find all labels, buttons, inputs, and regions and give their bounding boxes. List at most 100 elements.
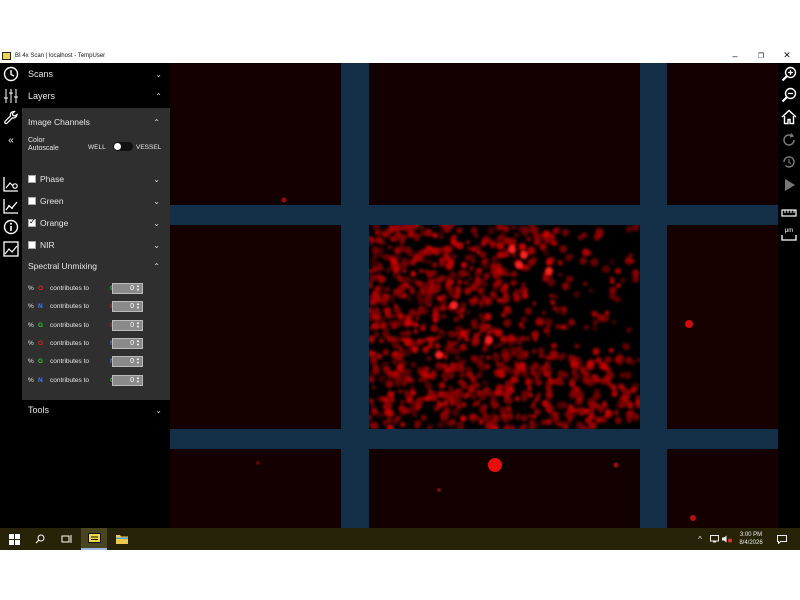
zoom-out-icon[interactable] bbox=[780, 86, 798, 104]
chevron-down-icon: ⌄ bbox=[153, 196, 160, 206]
channel-label: Phase bbox=[40, 174, 65, 184]
toggle-knob bbox=[114, 143, 121, 150]
home-icon[interactable] bbox=[780, 108, 798, 126]
pct-symbol: % bbox=[28, 321, 34, 329]
network-icon[interactable] bbox=[708, 528, 720, 550]
notification-icon[interactable] bbox=[774, 528, 790, 550]
info-icon[interactable] bbox=[2, 218, 20, 236]
image-channels-header[interactable]: Image Channels ⌃ bbox=[22, 113, 170, 131]
clock-date: 8/4/2026 bbox=[739, 540, 763, 546]
source-channel: G bbox=[38, 357, 44, 365]
unmixing-stepper[interactable]: 0 ▲ ▼ bbox=[112, 374, 143, 386]
collapse-icon[interactable]: « bbox=[2, 131, 20, 149]
unmixing-stepper[interactable]: 0 ▲ ▼ bbox=[112, 337, 143, 349]
autoscale-toggle[interactable] bbox=[113, 142, 133, 151]
tools-section-header[interactable]: Tools ⌄ bbox=[22, 399, 170, 421]
stepper-value: 0 bbox=[130, 302, 134, 310]
contributes-label: contributes to bbox=[50, 376, 90, 384]
source-channel: O bbox=[38, 339, 44, 347]
unmixing-row: % G contributes to O 0▲▼ bbox=[28, 318, 164, 332]
channel-label: Orange bbox=[40, 218, 69, 228]
reset-icon[interactable] bbox=[780, 131, 798, 149]
pct-symbol: % bbox=[28, 339, 34, 347]
scan-image-viewer[interactable] bbox=[170, 63, 778, 528]
pct-symbol: % bbox=[28, 302, 34, 310]
chevron-down-icon: ⌄ bbox=[153, 218, 160, 228]
title-bar: BI 4x Scan | localhost - TempUser – ❐ ✕ bbox=[0, 48, 800, 63]
chevron-up-icon: ⌃ bbox=[153, 261, 160, 271]
scans-section-header[interactable]: Scans ⌄ bbox=[22, 63, 170, 85]
spectral-unmixing-label: Spectral Unmixing bbox=[28, 261, 97, 271]
settings-chart-icon[interactable] bbox=[2, 175, 20, 193]
minimize-button[interactable]: – bbox=[722, 48, 748, 63]
scale-bar-icon[interactable]: μm bbox=[780, 226, 798, 244]
chevron-up-icon: ⌃ bbox=[155, 91, 162, 101]
stepper-arrows-icon[interactable]: ▲ ▼ bbox=[135, 301, 141, 311]
source-channel: O bbox=[38, 284, 44, 292]
nir-checkbox[interactable] bbox=[28, 241, 36, 249]
channel-label: Green bbox=[40, 196, 64, 206]
channel-nir[interactable]: NIR ⌄ bbox=[22, 237, 170, 253]
screen: BI 4x Scan | localhost - TempUser – ❐ ✕ … bbox=[0, 0, 800, 600]
scans-label: Scans bbox=[28, 69, 54, 79]
wrench-icon[interactable] bbox=[2, 109, 20, 127]
stepper-value: 0 bbox=[130, 284, 134, 292]
channel-orange[interactable]: Orange ⌄ bbox=[22, 215, 170, 231]
stepper-arrows-icon[interactable]: ▲ ▼ bbox=[135, 375, 141, 385]
unmixing-row: % N contributes to G 0▲▼ bbox=[28, 373, 164, 387]
file-explorer-icon[interactable] bbox=[111, 528, 133, 550]
chevron-up-icon[interactable]: ^ bbox=[694, 528, 706, 550]
stepper-value: 0 bbox=[130, 321, 134, 329]
window-title: BI 4x Scan | localhost - TempUser bbox=[15, 52, 106, 59]
unmixing-row: % O contributes to G 0▲▼ bbox=[28, 281, 164, 295]
stepper-arrows-icon[interactable]: ▲ ▼ bbox=[135, 320, 141, 330]
stepper-arrows-icon[interactable]: ▲ ▼ bbox=[135, 283, 141, 293]
pct-symbol: % bbox=[28, 284, 34, 292]
clock-icon[interactable] bbox=[2, 65, 20, 83]
vessel-label: VESSEL bbox=[136, 144, 162, 151]
stepper-arrows-icon[interactable]: ▲ ▼ bbox=[135, 356, 141, 366]
layers-section-header[interactable]: Layers ⌃ bbox=[22, 85, 170, 107]
task-view-icon[interactable] bbox=[55, 528, 77, 550]
history-icon[interactable] bbox=[780, 153, 798, 171]
zoom-in-icon[interactable] bbox=[780, 65, 798, 83]
unmixing-stepper[interactable]: 0 ▲ ▼ bbox=[112, 319, 143, 331]
line-chart-icon[interactable] bbox=[2, 197, 20, 215]
source-channel: N bbox=[38, 376, 43, 384]
maximize-button[interactable]: ❐ bbox=[748, 48, 774, 63]
start-button[interactable] bbox=[3, 528, 25, 550]
unmixing-stepper[interactable]: 0 ▲ ▼ bbox=[112, 282, 143, 294]
stepper-value: 0 bbox=[130, 339, 134, 347]
contributes-label: contributes to bbox=[50, 357, 90, 365]
color-autoscale-label: Color Autoscale bbox=[28, 137, 59, 152]
close-button[interactable]: ✕ bbox=[774, 48, 800, 63]
layers-label: Layers bbox=[28, 91, 56, 101]
well-label: WELL bbox=[88, 144, 106, 151]
chevron-down-icon: ⌄ bbox=[153, 174, 160, 184]
phase-checkbox[interactable] bbox=[28, 175, 36, 183]
app-icon bbox=[2, 51, 11, 60]
green-checkbox[interactable] bbox=[28, 197, 36, 205]
spectral-unmixing-header[interactable]: Spectral Unmixing ⌃ bbox=[22, 258, 170, 274]
stepper-arrows-icon[interactable]: ▲ ▼ bbox=[135, 338, 141, 348]
unmixing-row: % N contributes to O 0▲▼ bbox=[28, 299, 164, 313]
color-autoscale-row: Color Autoscale WELL VESSEL bbox=[28, 137, 164, 157]
ruler-icon[interactable] bbox=[780, 204, 798, 222]
sidebar: Scans ⌄ Layers ⌃ Image Channels ⌃ Color … bbox=[22, 63, 170, 528]
unmixing-stepper[interactable]: 0 ▲ ▼ bbox=[112, 355, 143, 367]
channel-green[interactable]: Green ⌄ bbox=[22, 193, 170, 209]
sliders-icon[interactable] bbox=[2, 87, 20, 105]
unmixing-stepper[interactable]: 0 ▲ ▼ bbox=[112, 300, 143, 312]
clock[interactable]: 3:00 PM 8/4/2026 bbox=[730, 531, 772, 547]
chevron-down-icon: ⌄ bbox=[155, 69, 162, 79]
channel-phase[interactable]: Phase ⌄ bbox=[22, 171, 170, 187]
play-icon[interactable] bbox=[780, 176, 798, 194]
search-icon[interactable] bbox=[29, 528, 51, 550]
orange-checkbox[interactable] bbox=[28, 217, 36, 227]
taskbar-app-button[interactable] bbox=[81, 528, 107, 550]
unmixing-row: % G contributes to N 0▲▼ bbox=[28, 354, 164, 368]
contributes-label: contributes to bbox=[50, 302, 90, 310]
image-graph-icon[interactable] bbox=[2, 240, 20, 258]
contributes-label: contributes to bbox=[50, 284, 90, 292]
tools-label: Tools bbox=[28, 405, 50, 415]
